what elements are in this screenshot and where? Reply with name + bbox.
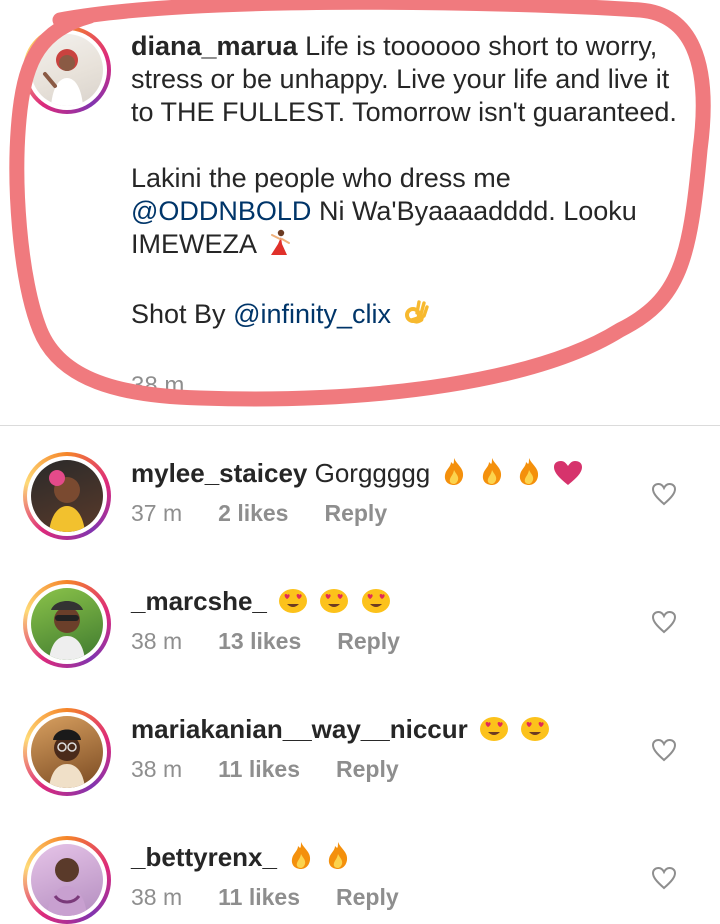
comment-item: _marcshe_ 38 m 13 likes Reply <box>0 580 720 708</box>
avatar-photo-icon <box>49 601 85 660</box>
comment-item: mylee_staicey Gorggggg 37 m 2 likes Reply <box>0 452 720 580</box>
heart-eyes-emoji-icon <box>361 586 391 622</box>
ok-hand-emoji-icon <box>403 299 429 335</box>
comment-username[interactable]: mariakanian__way__niccur <box>131 714 468 744</box>
reply-button[interactable]: Reply <box>336 756 399 783</box>
avatar-photo-icon <box>47 858 87 916</box>
like-heart-icon[interactable] <box>651 610 677 634</box>
avatar-photo-icon <box>49 729 85 788</box>
comment-likes[interactable]: 13 likes <box>218 628 301 655</box>
like-heart-icon[interactable] <box>651 738 677 762</box>
reply-button[interactable]: Reply <box>324 500 387 527</box>
comment-likes[interactable]: 2 likes <box>218 500 288 527</box>
caption-username[interactable]: diana_marua <box>131 31 298 61</box>
comment-avatar[interactable] <box>23 836 111 924</box>
avatar-photo-icon <box>43 49 83 106</box>
fire-emoji-icon <box>516 456 542 494</box>
caption-body-3a: Shot By <box>131 299 234 329</box>
comment-avatar[interactable] <box>23 452 111 540</box>
comment-timestamp: 38 m <box>131 884 183 910</box>
comment-item: _bettyrenx_ 38 m 11 likes Reply <box>0 836 720 924</box>
comment-timestamp: 38 m <box>131 628 183 654</box>
fire-emoji-icon <box>441 456 467 494</box>
comment-timestamp: 38 m <box>131 756 183 782</box>
heart-eyes-emoji-icon <box>319 586 349 622</box>
heart-eyes-emoji-icon <box>520 714 550 750</box>
caption-timestamp: 38 m <box>131 372 185 399</box>
heart-eyes-emoji-icon <box>278 586 308 622</box>
caption-text: diana_marua Life is toooooo short to wor… <box>131 30 691 335</box>
fire-emoji-icon <box>288 840 314 878</box>
mention-oddnbold[interactable]: @ODDNBOLD <box>131 196 311 226</box>
comment-text: Gorggggg <box>307 458 431 488</box>
pink-heart-emoji-icon <box>553 460 583 494</box>
comment-username[interactable]: _marcshe_ <box>131 586 267 616</box>
fire-emoji-icon <box>479 456 505 494</box>
caption-body-2a: Lakini the people who dress me <box>131 163 511 193</box>
caption-block: diana_marua Life is toooooo short to wor… <box>0 0 720 425</box>
divider <box>0 425 720 426</box>
comment-likes[interactable]: 11 likes <box>218 756 300 783</box>
caption-author-avatar[interactable] <box>23 26 111 114</box>
dancer-emoji-icon <box>267 229 293 265</box>
comment-username[interactable]: mylee_staicey <box>131 458 307 488</box>
comment-username[interactable]: _bettyrenx_ <box>131 842 277 872</box>
comment-item: mariakanian__way__niccur 38 m 11 likes Rep… <box>0 708 720 836</box>
like-heart-icon[interactable] <box>651 482 677 506</box>
mention-infinity-clix[interactable]: @infinity_clix <box>233 299 391 329</box>
heart-eyes-emoji-icon <box>479 714 509 750</box>
comment-timestamp: 37 m <box>131 500 183 526</box>
fire-emoji-icon <box>325 840 351 878</box>
like-heart-icon[interactable] <box>651 866 677 890</box>
comment-avatar[interactable] <box>23 708 111 796</box>
comment-avatar[interactable] <box>23 580 111 668</box>
reply-button[interactable]: Reply <box>336 884 399 911</box>
comment-likes[interactable]: 11 likes <box>218 884 300 911</box>
avatar-photo-icon <box>49 470 85 532</box>
reply-button[interactable]: Reply <box>337 628 400 655</box>
